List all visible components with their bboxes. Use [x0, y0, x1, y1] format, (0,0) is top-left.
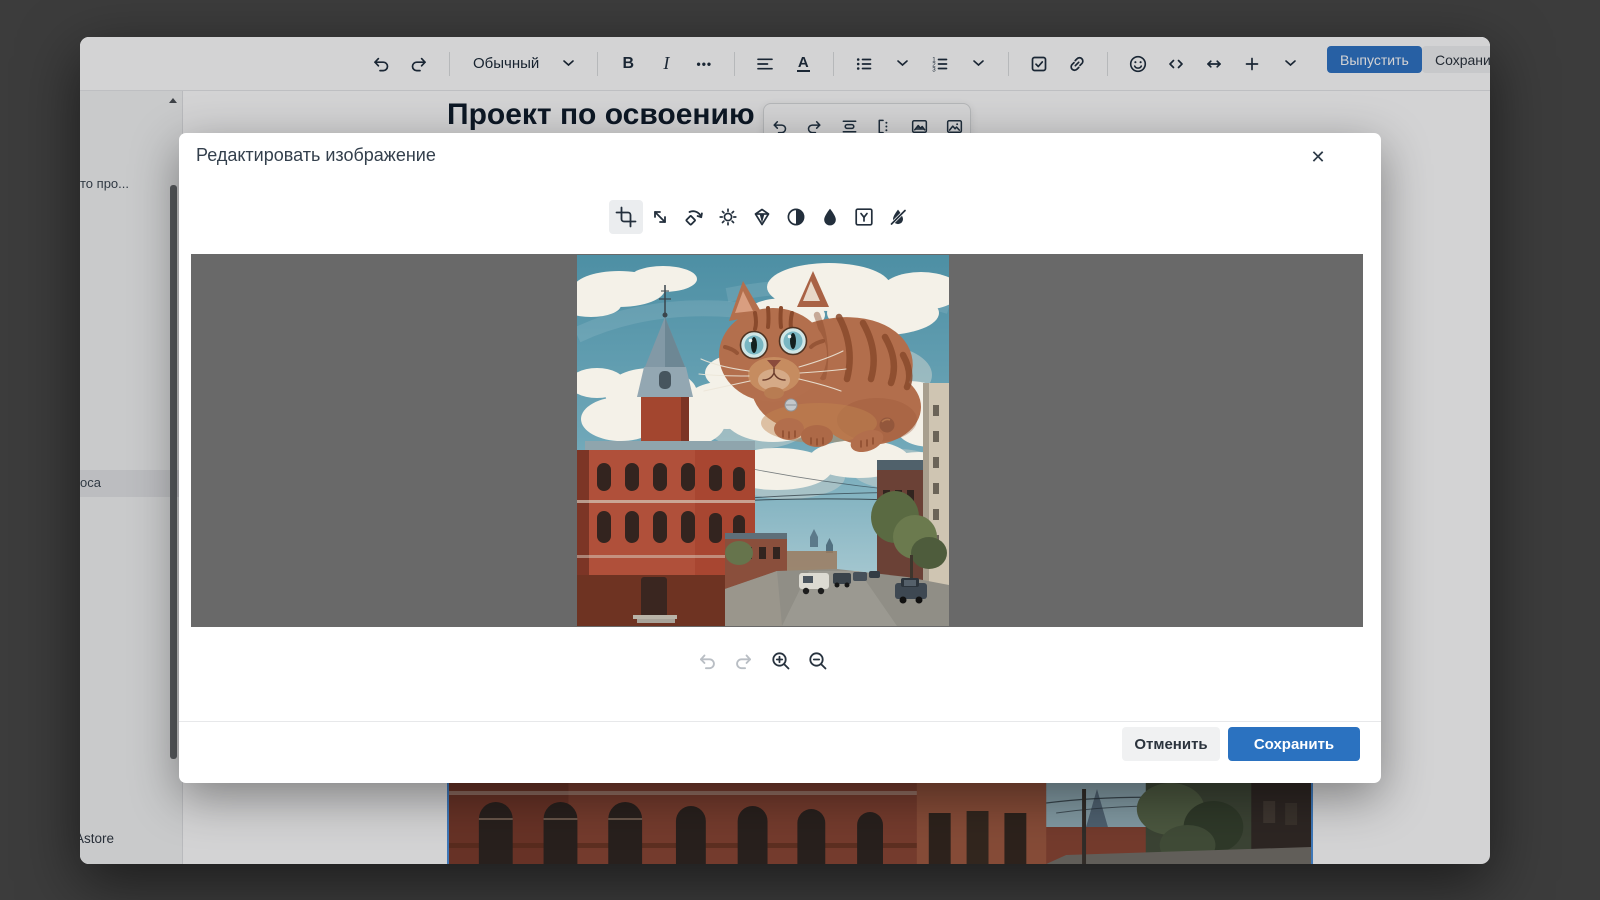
grayscale-icon	[852, 205, 876, 229]
zoom-out-button[interactable]	[804, 647, 832, 675]
resize-tool-button[interactable]	[643, 200, 677, 234]
edit-redo-button[interactable]	[730, 647, 758, 675]
save-button[interactable]: Сохранить	[1228, 727, 1360, 761]
resize-icon	[648, 205, 672, 229]
canvas-history-controls	[179, 647, 1345, 675]
redo-icon	[733, 650, 755, 672]
saturation-icon	[818, 205, 842, 229]
rotate-tool-button[interactable]	[677, 200, 711, 234]
zoom-in-icon	[769, 649, 793, 673]
edit-image-modal: Редактировать изображение ✕	[179, 133, 1381, 783]
clarity-icon	[750, 205, 774, 229]
brightness-icon	[716, 205, 740, 229]
close-icon: ✕	[1310, 147, 1325, 168]
crop-icon	[614, 205, 638, 229]
crop-tool-button[interactable]	[609, 200, 643, 234]
cancel-button[interactable]: Отменить	[1122, 727, 1220, 761]
zoom-in-button[interactable]	[767, 647, 795, 675]
grayscale-tool-button[interactable]	[847, 200, 881, 234]
blur-tool-button[interactable]	[881, 200, 915, 234]
rotate-icon	[682, 205, 706, 229]
edit-canvas[interactable]	[191, 254, 1363, 627]
footer-divider	[179, 721, 1381, 722]
modal-title: Редактировать изображение	[196, 145, 436, 166]
saturation-tool-button[interactable]	[813, 200, 847, 234]
edit-undo-button[interactable]	[693, 647, 721, 675]
brightness-tool-button[interactable]	[711, 200, 745, 234]
clarity-tool-button[interactable]	[745, 200, 779, 234]
blur-off-icon	[886, 205, 910, 229]
zoom-out-icon	[806, 649, 830, 673]
contrast-icon	[784, 205, 808, 229]
cat-photo	[577, 255, 949, 626]
undo-icon	[696, 650, 718, 672]
screen: Обычный B I ••• A	[0, 0, 1600, 900]
edit-tools-toolbar	[179, 200, 1345, 234]
contrast-tool-button[interactable]	[779, 200, 813, 234]
close-button[interactable]: ✕	[1303, 142, 1333, 172]
